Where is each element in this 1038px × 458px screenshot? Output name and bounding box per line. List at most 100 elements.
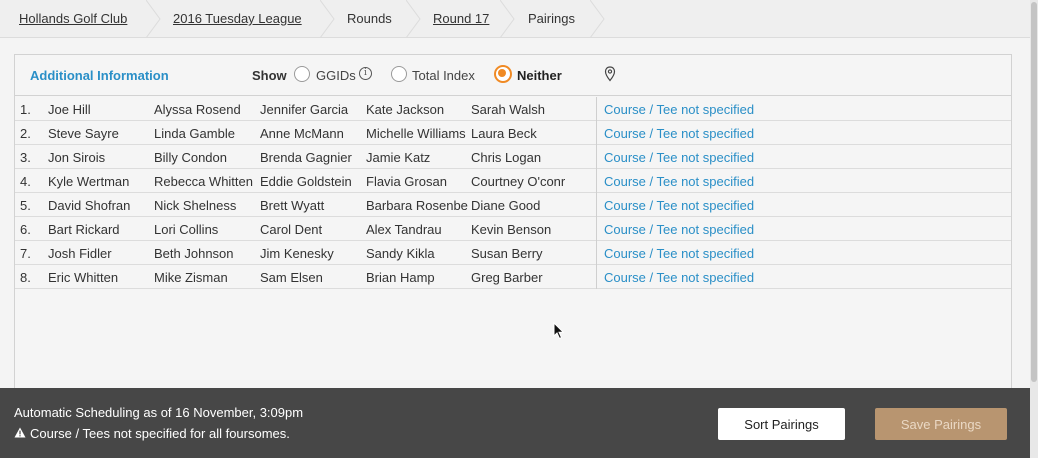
neither-radio[interactable] xyxy=(494,65,512,83)
column-divider xyxy=(596,145,597,169)
pairing-number: 3. xyxy=(20,150,31,165)
pairing-number: 1. xyxy=(20,102,31,117)
player-name[interactable]: Eric Whitten xyxy=(48,270,150,285)
schedule-status: Automatic Scheduling as of 16 November, … xyxy=(14,405,304,420)
breadcrumb-separator-icon xyxy=(590,0,605,37)
ggids-label[interactable]: GGIDs xyxy=(316,68,356,83)
player-name[interactable]: Brian Hamp xyxy=(366,270,468,285)
pairing-number: 6. xyxy=(20,222,31,237)
info-icon[interactable]: i xyxy=(359,67,372,80)
player-name[interactable]: Mike Zisman xyxy=(154,270,256,285)
warning-text: Course / Tees not specified for all four… xyxy=(30,426,290,441)
sort-pairings-button[interactable]: Sort Pairings xyxy=(718,408,845,440)
table-row[interactable]: 1. Joe Hill Alyssa Rosend Jennifer Garcia Ka… xyxy=(15,97,1011,121)
breadcrumb-separator-icon xyxy=(406,0,421,37)
breadcrumb-pairings: Pairings xyxy=(528,11,575,26)
table-row[interactable]: 7. Josh Fidler Beth Johnson Jim Kenesky Sand… xyxy=(15,241,1011,265)
breadcrumb-round[interactable]: Round 17 xyxy=(433,0,489,37)
player-name[interactable]: Michelle Williams xyxy=(366,126,468,141)
player-name[interactable]: Jennifer Garcia xyxy=(260,102,362,117)
player-name[interactable]: Linda Gamble xyxy=(154,126,256,141)
pairing-number: 7. xyxy=(20,246,31,261)
scrollbar[interactable] xyxy=(1030,0,1038,458)
column-divider xyxy=(596,169,597,193)
player-name[interactable]: Carol Dent xyxy=(260,222,362,237)
player-name[interactable]: Sandy Kikla xyxy=(366,246,468,261)
breadcrumb-club[interactable]: Hollands Golf Club xyxy=(19,0,127,37)
column-divider xyxy=(596,217,597,241)
pairing-number: 5. xyxy=(20,198,31,213)
column-divider xyxy=(596,97,597,121)
player-name[interactable]: Sam Elsen xyxy=(260,270,362,285)
player-name[interactable]: Billy Condon xyxy=(154,150,256,165)
player-name[interactable]: Chris Logan xyxy=(471,150,573,165)
table-row[interactable]: 5. David Shofran Nick Shelness Brett Wyatt B… xyxy=(15,193,1011,217)
additional-info-bar: Additional Information Show GGIDs i Tota… xyxy=(15,55,1011,96)
player-name[interactable]: David Shofran xyxy=(48,198,150,213)
player-name[interactable]: Joe Hill xyxy=(48,102,150,117)
table-row[interactable]: 2. Steve Sayre Linda Gamble Anne McMann Mich… xyxy=(15,121,1011,145)
column-divider xyxy=(596,121,597,145)
warning-message: Course / Tees not specified for all four… xyxy=(14,426,290,441)
footer-bar: Automatic Scheduling as of 16 November, … xyxy=(0,388,1030,458)
player-name[interactable]: Beth Johnson xyxy=(154,246,256,261)
player-name[interactable]: Nick Shelness xyxy=(154,198,256,213)
player-name[interactable]: Josh Fidler xyxy=(48,246,150,261)
player-name[interactable]: Alyssa Rosend xyxy=(154,102,256,117)
pairing-number: 8. xyxy=(20,270,31,285)
player-name[interactable]: Rebecca Whitten xyxy=(154,174,256,189)
ggids-radio[interactable] xyxy=(294,66,310,82)
player-name[interactable]: Kevin Benson xyxy=(471,222,573,237)
player-name[interactable]: Jon Sirois xyxy=(48,150,150,165)
player-name[interactable]: Brenda Gagnier xyxy=(260,150,362,165)
table-row[interactable]: 6. Bart Rickard Lori Collins Carol Dent Alex… xyxy=(15,217,1011,241)
player-name[interactable]: Jim Kenesky xyxy=(260,246,362,261)
neither-label[interactable]: Neither xyxy=(517,68,562,83)
pairings-table: 1. Joe Hill Alyssa Rosend Jennifer Garcia Ka… xyxy=(15,97,1011,289)
player-name[interactable]: Greg Barber xyxy=(471,270,573,285)
course-tee-link[interactable]: Course / Tee not specified xyxy=(604,102,754,117)
table-row[interactable]: 8. Eric Whitten Mike Zisman Sam Elsen Brian … xyxy=(15,265,1011,289)
course-tee-link[interactable]: Course / Tee not specified xyxy=(604,174,754,189)
player-name[interactable]: Bart Rickard xyxy=(48,222,150,237)
player-name[interactable]: Anne McMann xyxy=(260,126,362,141)
player-name[interactable]: Courtney O'conr xyxy=(471,174,573,189)
player-name[interactable]: Laura Beck xyxy=(471,126,573,141)
course-tee-link[interactable]: Course / Tee not specified xyxy=(604,126,754,141)
course-tee-link[interactable]: Course / Tee not specified xyxy=(604,198,754,213)
player-name[interactable]: Alex Tandrau xyxy=(366,222,468,237)
total-index-radio[interactable] xyxy=(391,66,407,82)
player-name[interactable]: Susan Berry xyxy=(471,246,573,261)
player-name[interactable]: Steve Sayre xyxy=(48,126,150,141)
table-row[interactable]: 4. Kyle Wertman Rebecca Whitten Eddie Golds… xyxy=(15,169,1011,193)
warning-icon xyxy=(14,427,26,438)
player-name[interactable]: Sarah Walsh xyxy=(471,102,573,117)
course-tee-link[interactable]: Course / Tee not specified xyxy=(604,150,754,165)
pairing-number: 4. xyxy=(20,174,31,189)
total-index-label[interactable]: Total Index xyxy=(412,68,475,83)
course-tee-link[interactable]: Course / Tee not specified xyxy=(604,246,754,261)
column-divider xyxy=(596,265,597,289)
course-tee-link[interactable]: Course / Tee not specified xyxy=(604,270,754,285)
table-row[interactable]: 3. Jon Sirois Billy Condon Brenda Gagnier Ja… xyxy=(15,145,1011,169)
additional-info-title: Additional Information xyxy=(30,68,169,83)
map-pin-icon[interactable] xyxy=(604,66,616,82)
breadcrumb-rounds[interactable]: Rounds xyxy=(347,0,392,37)
player-name[interactable]: Flavia Grosan xyxy=(366,174,468,189)
player-name[interactable]: Kate Jackson xyxy=(366,102,468,117)
player-name[interactable]: Lori Collins xyxy=(154,222,256,237)
column-divider xyxy=(596,241,597,265)
show-label: Show xyxy=(252,68,287,83)
course-tee-link[interactable]: Course / Tee not specified xyxy=(604,222,754,237)
player-name[interactable]: Eddie Goldstein xyxy=(260,174,362,189)
save-pairings-button[interactable]: Save Pairings xyxy=(875,408,1007,440)
player-name[interactable]: Diane Good xyxy=(471,198,573,213)
player-name[interactable]: Jamie Katz xyxy=(366,150,468,165)
breadcrumb-league[interactable]: 2016 Tuesday League xyxy=(173,0,302,37)
column-divider xyxy=(596,193,597,217)
player-name[interactable]: Brett Wyatt xyxy=(260,198,362,213)
scrollbar-thumb[interactable] xyxy=(1031,2,1037,382)
player-name[interactable]: Barbara Rosenberg xyxy=(366,198,468,213)
pairing-number: 2. xyxy=(20,126,31,141)
player-name[interactable]: Kyle Wertman xyxy=(48,174,150,189)
